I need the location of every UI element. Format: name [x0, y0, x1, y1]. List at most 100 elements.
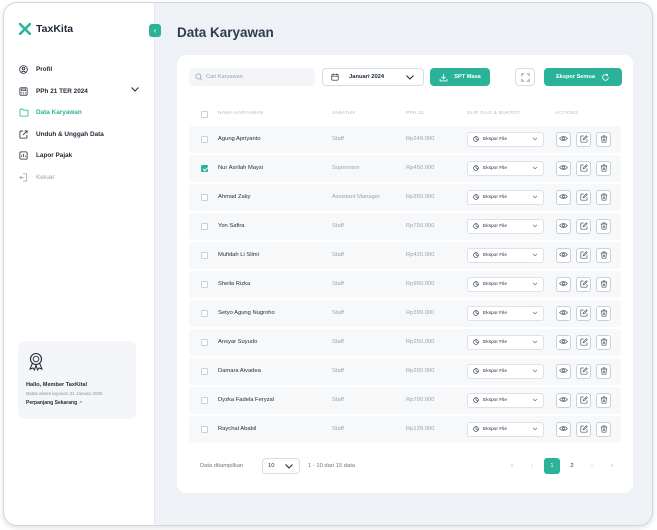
edit-button[interactable] [576, 248, 591, 263]
page-2-button[interactable]: 2 [564, 458, 580, 474]
trash-icon [600, 279, 608, 290]
delete-button[interactable] [596, 364, 611, 379]
delete-button[interactable] [596, 248, 611, 263]
edit-icon [579, 192, 588, 203]
sidebar-item-pph21[interactable]: PPh 21 TER 2024 [18, 81, 142, 103]
export-file-select[interactable]: Ekspor File [467, 161, 544, 176]
employee-name: Raychal Ababil [218, 426, 257, 432]
export-all-button[interactable]: Ekspor Semua [544, 68, 622, 86]
edit-button[interactable] [576, 306, 591, 321]
row-checkbox[interactable] [201, 136, 208, 143]
last-page-button[interactable]: » [604, 458, 620, 474]
file-icon [473, 396, 479, 405]
delete-button[interactable] [596, 277, 611, 292]
eye-icon [559, 164, 568, 173]
delete-button[interactable] [596, 161, 611, 176]
chevron-down-icon[interactable] [130, 86, 140, 93]
page-1-button[interactable]: 1 [544, 458, 560, 474]
renew-link[interactable]: Perpanjang Sekarang ↗ [26, 400, 128, 406]
chevron-left-icon: ‹ [153, 26, 157, 35]
renew-link-label: Perpanjang Sekarang [26, 400, 78, 406]
employee-job: Staff [332, 426, 344, 432]
export-file-label: Ekspor File [483, 253, 507, 258]
trash-icon [600, 366, 608, 377]
delete-button[interactable] [596, 219, 611, 234]
employee-pph21: Rp999.000 [406, 281, 435, 287]
view-button[interactable] [556, 277, 571, 292]
first-page-button[interactable]: « [504, 458, 520, 474]
row-checkbox[interactable] [201, 426, 208, 433]
per-page-select[interactable]: 10 [262, 458, 300, 474]
row-checkbox[interactable] [201, 368, 208, 375]
view-button[interactable] [556, 190, 571, 205]
chevron-down-icon [532, 224, 538, 230]
row-checkbox[interactable] [201, 194, 208, 201]
delete-button[interactable] [596, 132, 611, 147]
pagination: « ‹ 1 2 › » [504, 458, 620, 474]
delete-button[interactable] [596, 393, 611, 408]
export-file-select[interactable]: Ekspor File [467, 335, 544, 350]
export-file-select[interactable]: Ekspor File [467, 219, 544, 234]
view-button[interactable] [556, 393, 571, 408]
sidebar-item-lapor-pajak[interactable]: Lapor Pajak [18, 145, 142, 167]
delete-button[interactable] [596, 422, 611, 437]
edit-button[interactable] [576, 219, 591, 234]
export-file-select[interactable]: Ekspor File [467, 393, 544, 408]
delete-button[interactable] [596, 306, 611, 321]
prev-page-button[interactable]: ‹ [524, 458, 540, 474]
row-checkbox[interactable] [201, 252, 208, 259]
period-select[interactable]: Januari 2024 [322, 68, 424, 86]
edit-button[interactable] [576, 161, 591, 176]
edit-button[interactable] [576, 422, 591, 437]
view-button[interactable] [556, 161, 571, 176]
edit-button[interactable] [576, 393, 591, 408]
file-icon [473, 251, 479, 260]
sidebar-item-keluar[interactable]: Keluar [18, 167, 142, 189]
search-input[interactable]: Cari Karyawan [189, 68, 315, 86]
employee-pph21: Rp200.000 [406, 368, 435, 374]
fullscreen-button[interactable] [515, 68, 535, 86]
edit-button[interactable] [576, 190, 591, 205]
export-file-select[interactable]: Ekspor File [467, 132, 544, 147]
eye-icon [559, 425, 568, 434]
select-all-checkbox[interactable] [201, 111, 208, 118]
sidebar-item-profil[interactable]: Profil [18, 59, 142, 81]
delete-button[interactable] [596, 190, 611, 205]
view-button[interactable] [556, 422, 571, 437]
edit-button[interactable] [576, 335, 591, 350]
spt-masa-label: SPT Masa [454, 74, 481, 80]
logo[interactable]: TaxKita [19, 23, 73, 35]
eye-icon [559, 135, 568, 144]
view-button[interactable] [556, 248, 571, 263]
employee-job: Assistant Manager [332, 194, 381, 200]
spt-masa-button[interactable]: SPT Masa [430, 68, 490, 86]
row-checkbox[interactable] [201, 339, 208, 346]
row-checkbox[interactable] [201, 310, 208, 317]
sidebar-item-unduh-unggah[interactable]: Unduh & Unggah Data [18, 124, 142, 146]
employee-name: Nur Asrilah Maysi [218, 165, 264, 171]
row-checkbox[interactable] [201, 165, 208, 172]
file-icon [473, 367, 479, 376]
export-file-select[interactable]: Ekspor File [467, 364, 544, 379]
export-file-select[interactable]: Ekspor File [467, 422, 544, 437]
view-button[interactable] [556, 219, 571, 234]
export-file-select[interactable]: Ekspor File [467, 190, 544, 205]
view-button[interactable] [556, 364, 571, 379]
edit-button[interactable] [576, 277, 591, 292]
export-file-select[interactable]: Ekspor File [467, 306, 544, 321]
edit-button[interactable] [576, 364, 591, 379]
row-checkbox[interactable] [201, 223, 208, 230]
app-name: TaxKita [36, 23, 74, 35]
next-page-button[interactable]: › [584, 458, 600, 474]
export-file-select[interactable]: Ekspor File [467, 248, 544, 263]
export-file-select[interactable]: Ekspor File [467, 277, 544, 292]
view-button[interactable] [556, 306, 571, 321]
view-button[interactable] [556, 335, 571, 350]
edit-button[interactable] [576, 132, 591, 147]
view-button[interactable] [556, 132, 571, 147]
delete-button[interactable] [596, 335, 611, 350]
row-checkbox[interactable] [201, 397, 208, 404]
row-checkbox[interactable] [201, 281, 208, 288]
collapse-sidebar-button[interactable]: ‹ [149, 24, 161, 37]
sidebar-item-data-karyawan[interactable]: Data Karyawan [18, 102, 142, 124]
